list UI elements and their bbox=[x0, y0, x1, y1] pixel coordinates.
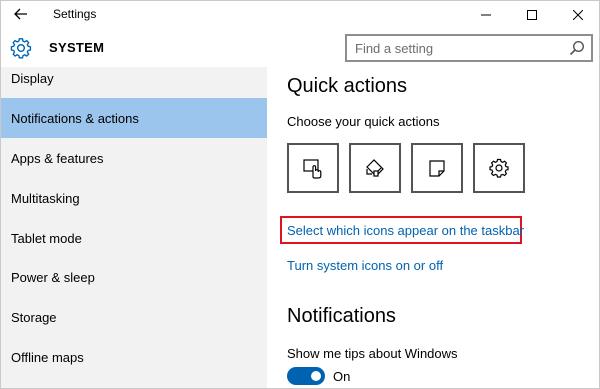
section-title: SYSTEM bbox=[49, 40, 105, 55]
sidebar-item-display[interactable]: Display bbox=[1, 58, 267, 98]
window-title: Settings bbox=[53, 7, 97, 21]
tablet-mode-icon bbox=[303, 159, 322, 179]
sidebar-item-notifications-actions[interactable]: Notifications & actions bbox=[1, 98, 267, 138]
sidebar-item-label: Multitasking bbox=[11, 190, 80, 206]
close-icon bbox=[573, 10, 583, 20]
settings-window: Settings SYSTEM Display Notifica bbox=[0, 0, 600, 389]
search-icon[interactable] bbox=[569, 40, 585, 56]
search-box[interactable] bbox=[345, 34, 593, 62]
sidebar-item-apps-features[interactable]: Apps & features bbox=[1, 138, 267, 178]
sidebar-item-label: Notifications & actions bbox=[11, 110, 139, 126]
close-button[interactable] bbox=[555, 1, 599, 29]
sidebar-item-power-sleep[interactable]: Power & sleep bbox=[1, 257, 267, 297]
quick-action-tablet-mode[interactable] bbox=[287, 143, 339, 193]
sidebar-item-label: Tablet mode bbox=[11, 230, 82, 246]
tips-toggle[interactable] bbox=[287, 367, 325, 385]
note-edit-icon bbox=[366, 159, 384, 177]
quick-action-settings[interactable] bbox=[473, 143, 525, 193]
quick-actions-heading: Quick actions bbox=[287, 75, 408, 97]
sidebar-item-label: Power & sleep bbox=[11, 269, 95, 285]
sidebar-item-tablet-mode[interactable]: Tablet mode bbox=[1, 218, 267, 258]
select-taskbar-icons-link[interactable]: Select which icons appear on the taskbar bbox=[287, 223, 524, 238]
gear-icon bbox=[489, 158, 509, 178]
sidebar-item-label: Offline maps bbox=[11, 349, 84, 365]
sidebar-item-label: Display bbox=[11, 70, 54, 86]
search-input[interactable] bbox=[347, 36, 557, 60]
back-arrow-icon bbox=[14, 8, 27, 20]
maximize-button[interactable] bbox=[509, 1, 555, 29]
note-icon bbox=[429, 160, 445, 177]
tips-toggle-state: On bbox=[333, 369, 351, 384]
tips-label: Show me tips about Windows bbox=[287, 346, 458, 361]
minimize-icon bbox=[481, 14, 491, 16]
title-bar: Settings bbox=[1, 1, 599, 29]
minimize-button[interactable] bbox=[463, 1, 509, 29]
toggle-knob bbox=[311, 371, 321, 381]
sidebar-item-label: Storage bbox=[11, 309, 57, 325]
main-content: Quick actions Choose your quick actions bbox=[267, 67, 599, 388]
quick-action-note[interactable] bbox=[411, 143, 463, 193]
sidebar-item-offline-maps[interactable]: Offline maps bbox=[1, 337, 267, 377]
sidebar-nav: Display Notifications & actions Apps & f… bbox=[1, 67, 267, 388]
quick-action-note-edit[interactable] bbox=[349, 143, 401, 193]
sidebar-item-multitasking[interactable]: Multitasking bbox=[1, 178, 267, 218]
turn-system-icons-link[interactable]: Turn system icons on or off bbox=[287, 258, 443, 273]
maximize-icon bbox=[527, 10, 537, 20]
sidebar-item-storage[interactable]: Storage bbox=[1, 297, 267, 337]
quick-actions-subtitle: Choose your quick actions bbox=[287, 114, 440, 129]
back-button[interactable] bbox=[7, 3, 35, 25]
gear-icon bbox=[10, 38, 32, 59]
sidebar-item-label: Apps & features bbox=[11, 150, 104, 166]
notifications-heading: Notifications bbox=[287, 305, 396, 327]
